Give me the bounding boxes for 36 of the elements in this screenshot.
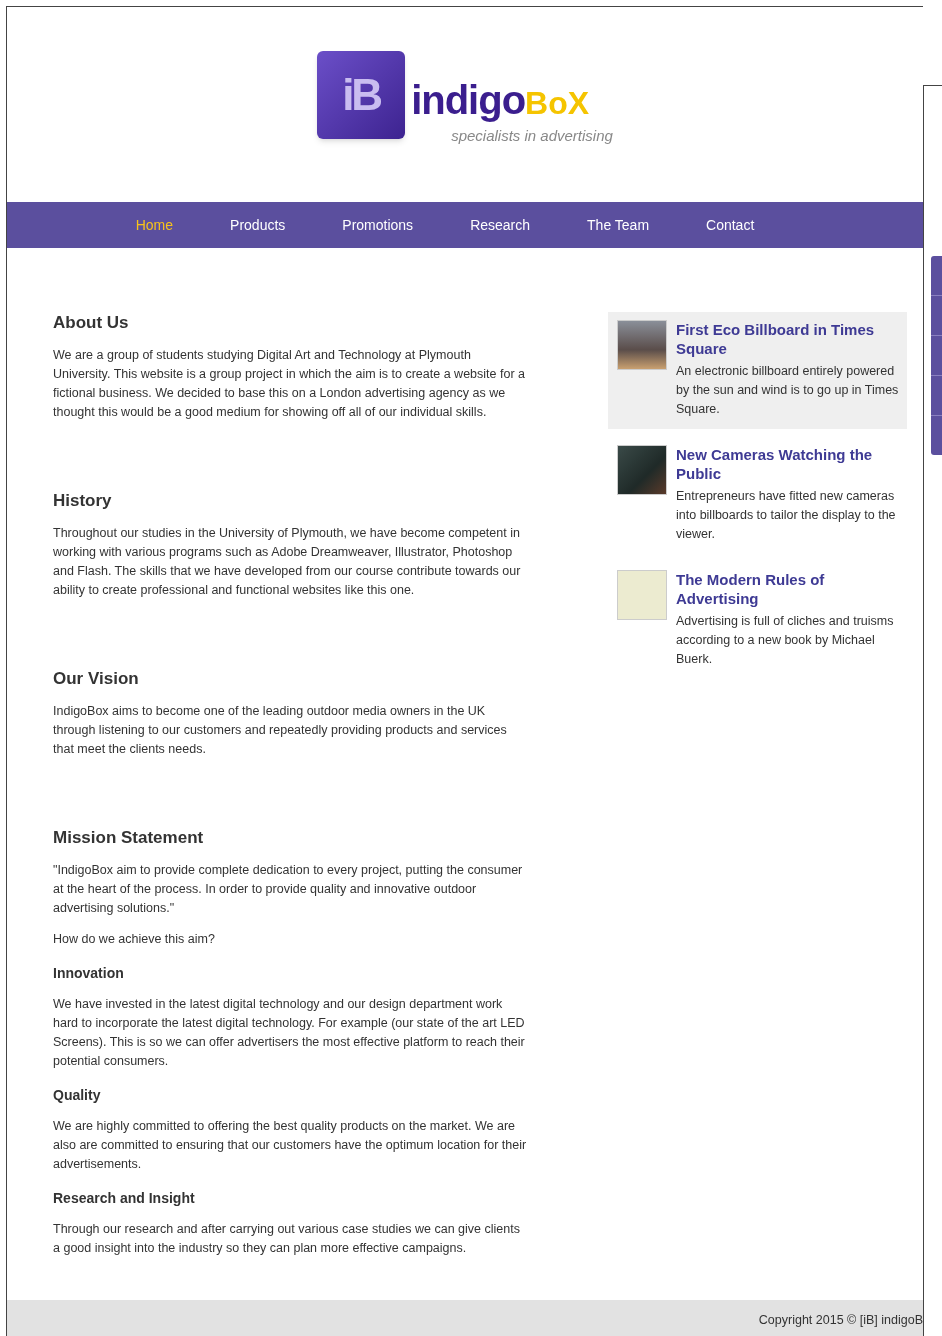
- section-heading: History: [53, 490, 113, 512]
- subsection-heading: Quality: [53, 1086, 102, 1105]
- nav-link[interactable]: Home: [135, 214, 174, 236]
- section-heading: Mission Statement: [53, 827, 205, 849]
- paragraph: How do we achieve this aim?: [53, 931, 216, 948]
- nav-link[interactable]: The Team: [587, 214, 650, 236]
- paragraph: We have invested in the latest digital technology and our design department work hard to incorporate the latest digital technology. For example (our state of the art LED Screens). This is so we can offer advertisers the most effective platform to reach their potential consumers.: [53, 996, 526, 1070]
- news-summary: An electronic billboard entirely powered by the sun and wind is to go up in Times Square.: [676, 363, 899, 418]
- paragraph: We are highly committed to offering the best quality products on the market. We are also are committed to ensuring that our customers have the optimum location for their advertisements.: [53, 1118, 528, 1173]
- logo-name-accent: BoX: [525, 83, 590, 121]
- photo-placeholder: [617, 320, 667, 370]
- news-title[interactable]: The Modern Rules of Advertising: [676, 570, 899, 608]
- nav-link[interactable]: Promotions: [342, 214, 414, 236]
- logo-tagline: specialists in advertising: [451, 125, 613, 146]
- nav-link[interactable]: Contact: [706, 214, 755, 236]
- logo-monogram: iB: [342, 69, 381, 121]
- news-item[interactable]: First Eco Billboard in Times Square An electronic billboard entirely powered by the sun and wind is to go up in Times Square.: [608, 312, 907, 429]
- paragraph: We are a group of students studying Digital Art and Technology at Plymouth University. This website is a group project in which the aim is to create a website for a fictional business. We decided to base this on a London advertising agency as we thought this would be a good medium for showing off all of our individual skills.: [53, 347, 526, 421]
- news-title[interactable]: New Cameras Watching the Public: [676, 445, 899, 483]
- paragraph: IndigoBox aims to become one of the leading outdoor media owners in the UK through listening to our customers and repeatedly providing products and services that meet the clients needs.: [53, 703, 508, 758]
- subsection-heading: Research and Insight: [53, 1189, 196, 1208]
- nav-link[interactable]: Products: [230, 214, 286, 236]
- news-title[interactable]: First Eco Billboard in Times Square: [676, 320, 899, 358]
- photo-placeholder: [617, 570, 667, 620]
- paragraph: Throughout our studies in the University of Plymouth, we have become competent in working with various programs such as Adobe Dreamweaver, Illustrator, Photoshop and Flash. The skills that we have developed from our course contribute towards our ability to create professional and functional websites like this one.: [53, 525, 522, 599]
- section-heading: About Us: [53, 312, 130, 334]
- news-summary: Advertising is full of cliches and truisms according to a new book by Michael Buerk.: [676, 613, 895, 668]
- photo-placeholder: [617, 445, 667, 495]
- paragraph: Through our research and after carrying out various case studies we can give clients a good insight into the industry so they can plan more effective campaigns.: [53, 1221, 521, 1257]
- paragraph: "IndigoBox aim to provide complete dedication to every project, putting the consumer at the heart of the process. In order to provide quality and innovative outdoor advertising solutions.": [53, 862, 524, 917]
- news-summary: Entrepreneurs have fitted new cameras into billboards to tailor the display to the viewer.: [676, 488, 897, 543]
- subsection-heading: Innovation: [53, 964, 125, 983]
- copyright-text: Copyright 2015 © [iB] indigoB: [758, 1312, 923, 1330]
- logo-name: indigo: [411, 77, 526, 122]
- nav-link[interactable]: Research: [470, 214, 531, 236]
- section-heading: Our Vision: [53, 668, 140, 690]
